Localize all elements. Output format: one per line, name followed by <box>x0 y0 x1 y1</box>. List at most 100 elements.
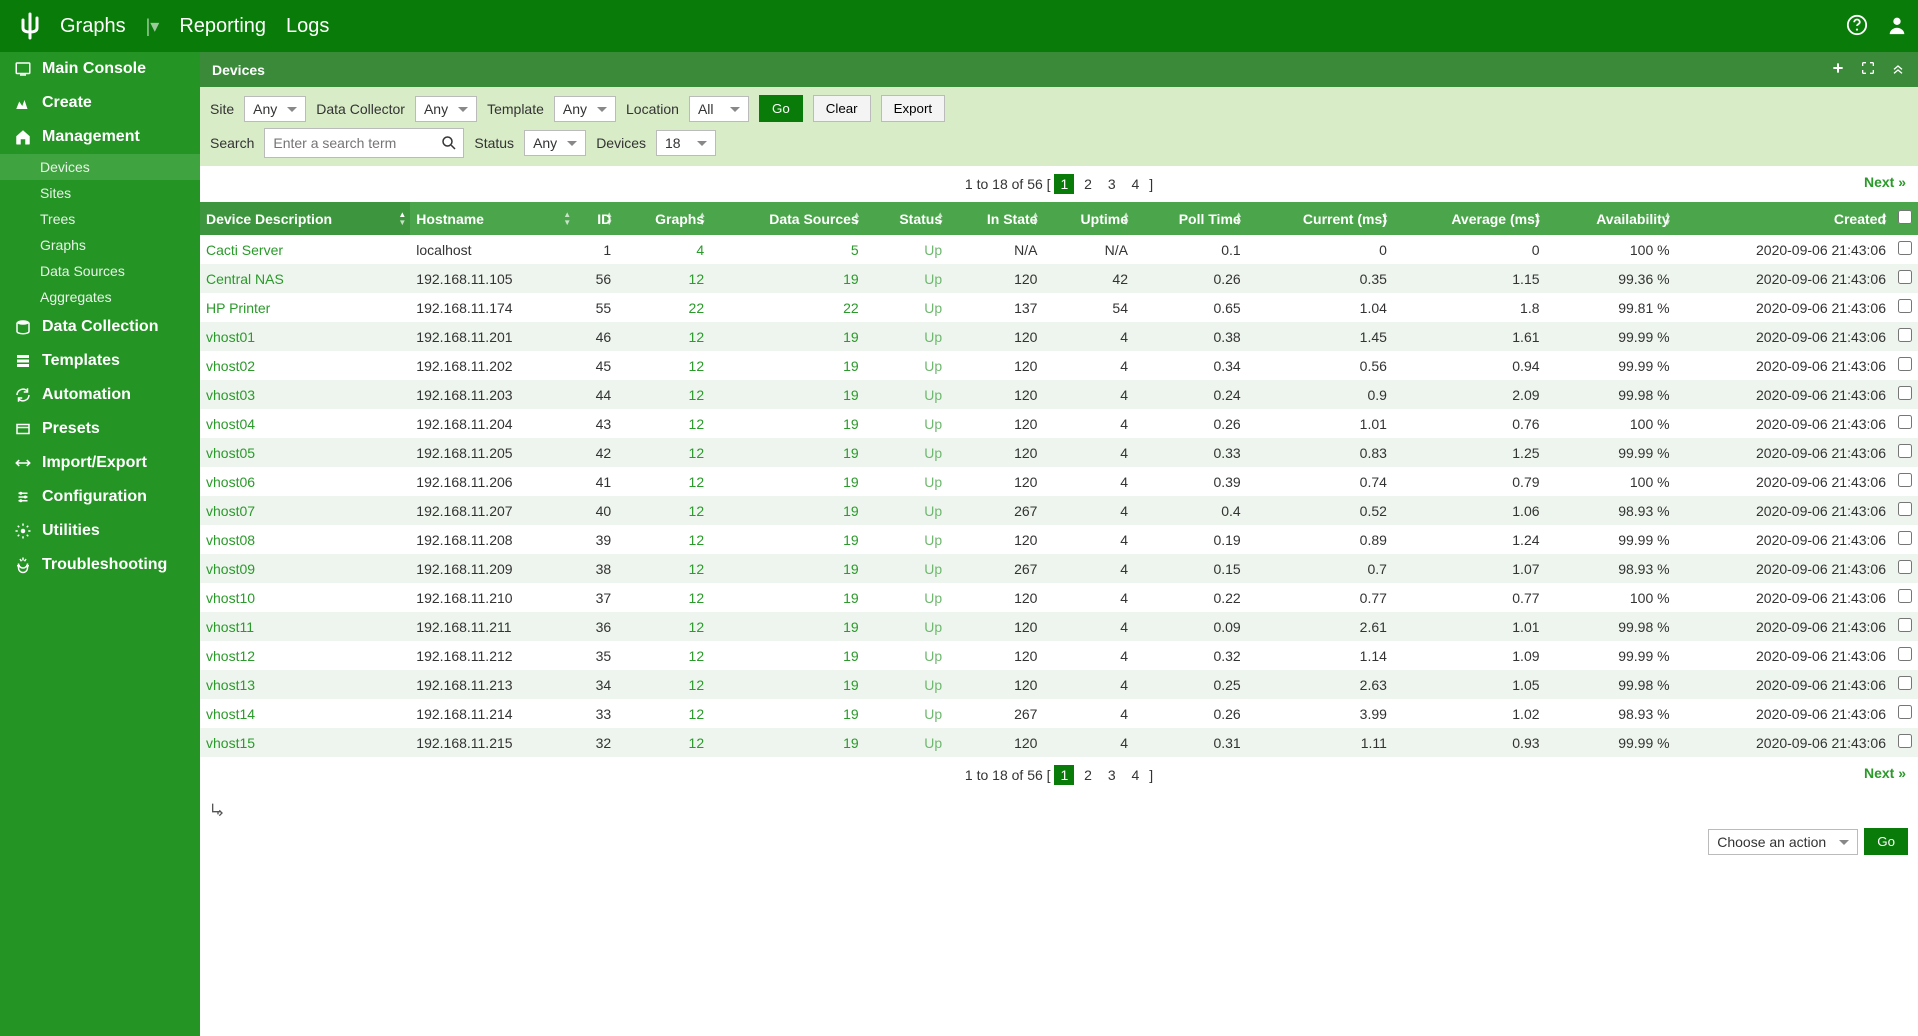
col-created[interactable]: Created <box>1676 202 1892 235</box>
table-row[interactable]: vhost05192.168.11.205421219Up12040.330.8… <box>200 438 1918 467</box>
table-row[interactable]: vhost04192.168.11.204431219Up12040.261.0… <box>200 409 1918 438</box>
row-checkbox[interactable] <box>1898 618 1912 632</box>
pager-next[interactable]: Next » <box>1864 765 1906 781</box>
row-checkbox[interactable] <box>1898 676 1912 690</box>
filter-site-select[interactable]: Any <box>244 96 306 122</box>
cell-graphs[interactable]: 12 <box>689 532 705 548</box>
table-row[interactable]: vhost03192.168.11.203441219Up12040.240.9… <box>200 380 1918 409</box>
pager-page-4[interactable]: 4 <box>1126 765 1146 785</box>
table-row[interactable]: vhost14192.168.11.214331219Up26740.263.9… <box>200 699 1918 728</box>
table-row[interactable]: vhost01192.168.11.201461219Up12040.381.4… <box>200 322 1918 351</box>
col-availability[interactable]: Availability <box>1546 202 1676 235</box>
sidebar-data-collection[interactable]: Data Collection <box>0 310 200 344</box>
cell-graphs[interactable]: 12 <box>689 445 705 461</box>
cell-datasources[interactable]: 19 <box>843 735 859 751</box>
cell-datasources[interactable]: 5 <box>851 242 859 258</box>
table-row[interactable]: vhost12192.168.11.212351219Up12040.321.1… <box>200 641 1918 670</box>
cell-datasources[interactable]: 19 <box>843 590 859 606</box>
sidebar-sub-devices[interactable]: Devices <box>0 154 200 180</box>
tree-branch-icon[interactable] <box>210 801 226 820</box>
row-checkbox[interactable] <box>1898 473 1912 487</box>
device-link[interactable]: vhost13 <box>206 677 255 693</box>
device-link[interactable]: vhost07 <box>206 503 255 519</box>
cacti-logo-icon[interactable] <box>10 12 50 40</box>
user-icon[interactable] <box>1886 14 1908 39</box>
row-checkbox[interactable] <box>1898 241 1912 255</box>
search-input[interactable] <box>264 128 464 158</box>
cell-datasources[interactable]: 19 <box>843 706 859 722</box>
cell-graphs[interactable]: 4 <box>696 242 704 258</box>
filter-datacollector-select[interactable]: Any <box>415 96 477 122</box>
cell-datasources[interactable]: 19 <box>843 561 859 577</box>
table-row[interactable]: vhost15192.168.11.215321219Up12040.311.1… <box>200 728 1918 757</box>
col-data-sources[interactable]: Data Sources <box>710 202 865 235</box>
sidebar-management[interactable]: Management <box>0 120 200 154</box>
device-link[interactable]: Cacti Server <box>206 242 283 258</box>
pager-page-2[interactable]: 2 <box>1078 765 1098 785</box>
device-link[interactable]: vhost02 <box>206 358 255 374</box>
device-link[interactable]: vhost05 <box>206 445 255 461</box>
table-row[interactable]: vhost08192.168.11.208391219Up12040.190.8… <box>200 525 1918 554</box>
pager-page-3[interactable]: 3 <box>1102 174 1122 194</box>
cell-datasources[interactable]: 19 <box>843 619 859 635</box>
row-checkbox[interactable] <box>1898 328 1912 342</box>
cell-graphs[interactable]: 12 <box>689 677 705 693</box>
device-link[interactable]: vhost14 <box>206 706 255 722</box>
sidebar-troubleshooting[interactable]: Troubleshooting <box>0 548 200 582</box>
nav-graphs[interactable]: Graphs <box>60 15 126 38</box>
cell-graphs[interactable]: 12 <box>689 735 705 751</box>
cell-datasources[interactable]: 19 <box>843 416 859 432</box>
device-link[interactable]: Central NAS <box>206 271 284 287</box>
row-checkbox[interactable] <box>1898 444 1912 458</box>
pager-page-2[interactable]: 2 <box>1078 174 1098 194</box>
filter-template-select[interactable]: Any <box>554 96 616 122</box>
row-checkbox[interactable] <box>1898 357 1912 371</box>
cell-graphs[interactable]: 12 <box>689 271 705 287</box>
sidebar-main-console[interactable]: Main Console <box>0 52 200 86</box>
go-button[interactable]: Go <box>759 95 803 122</box>
sidebar-sub-graphs[interactable]: Graphs <box>0 232 200 258</box>
table-row[interactable]: vhost07192.168.11.207401219Up26740.40.52… <box>200 496 1918 525</box>
cell-graphs[interactable]: 12 <box>689 474 705 490</box>
col-id[interactable]: ID <box>575 202 617 235</box>
search-icon[interactable] <box>440 134 458 152</box>
cell-datasources[interactable]: 22 <box>843 300 859 316</box>
col-poll-time[interactable]: Poll Time <box>1134 202 1247 235</box>
filter-devices-select[interactable]: 18 <box>656 130 716 156</box>
cell-datasources[interactable]: 19 <box>843 445 859 461</box>
cell-graphs[interactable]: 12 <box>689 503 705 519</box>
device-link[interactable]: vhost11 <box>206 619 254 635</box>
filter-location-select[interactable]: All <box>689 96 749 122</box>
table-row[interactable]: Cacti Serverlocalhost145UpN/AN/A0.100100… <box>200 235 1918 264</box>
row-checkbox[interactable] <box>1898 647 1912 661</box>
nav-reporting[interactable]: Reporting <box>179 15 266 38</box>
cell-datasources[interactable]: 19 <box>843 677 859 693</box>
cell-graphs[interactable]: 12 <box>689 619 705 635</box>
filter-status-select[interactable]: Any <box>524 130 586 156</box>
row-checkbox[interactable] <box>1898 386 1912 400</box>
cell-graphs[interactable]: 12 <box>689 329 705 345</box>
table-row[interactable]: vhost11192.168.11.211361219Up12040.092.6… <box>200 612 1918 641</box>
col-uptime[interactable]: Uptime <box>1043 202 1134 235</box>
collapse-icon[interactable] <box>1890 60 1906 79</box>
sidebar-import-export[interactable]: Import/Export <box>0 446 200 480</box>
sidebar-create[interactable]: Create <box>0 86 200 120</box>
fullscreen-icon[interactable] <box>1860 60 1876 79</box>
clear-button[interactable]: Clear <box>813 95 871 122</box>
action-go-button[interactable]: Go <box>1864 828 1908 855</box>
col-device-description[interactable]: Device Description <box>200 202 410 235</box>
cell-graphs[interactable]: 12 <box>689 706 705 722</box>
row-checkbox[interactable] <box>1898 415 1912 429</box>
cell-datasources[interactable]: 19 <box>843 503 859 519</box>
cell-datasources[interactable]: 19 <box>843 648 859 664</box>
device-link[interactable]: vhost06 <box>206 474 255 490</box>
table-row[interactable]: vhost09192.168.11.209381219Up26740.150.7… <box>200 554 1918 583</box>
cell-graphs[interactable]: 12 <box>689 648 705 664</box>
sidebar-utilities[interactable]: Utilities <box>0 514 200 548</box>
table-row[interactable]: vhost13192.168.11.213341219Up12040.252.6… <box>200 670 1918 699</box>
col-average-ms-[interactable]: Average (ms) <box>1393 202 1546 235</box>
sidebar-sub-aggregates[interactable]: Aggregates <box>0 284 200 310</box>
device-link[interactable]: vhost09 <box>206 561 255 577</box>
row-checkbox[interactable] <box>1898 502 1912 516</box>
sidebar-configuration[interactable]: Configuration <box>0 480 200 514</box>
